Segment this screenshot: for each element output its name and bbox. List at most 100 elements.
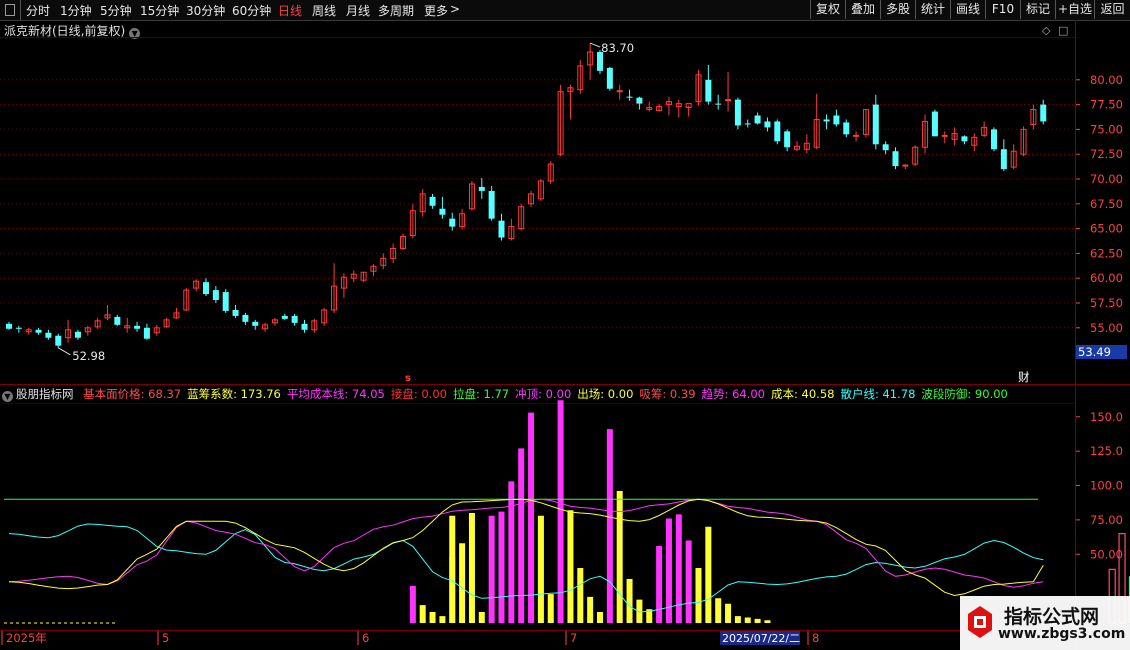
candle-body [45,332,52,338]
indicator-tick-label: 100.0 [1090,479,1123,493]
candle-body [35,329,42,333]
indicator-tick-label: 150.0 [1090,410,1123,424]
bar-chuchang [478,612,485,623]
bar-chongding [685,540,692,623]
date-tick-label: 7 [570,631,577,645]
candle-body [715,103,722,105]
price-tick-label: 65.00 [1090,222,1123,236]
trend-line [8,498,1044,588]
watermark-url: www.zbgs3.com [998,626,1126,642]
low-price-label: 52.98 [72,349,105,363]
candle-body [429,196,436,206]
bar-chuchang [449,515,456,623]
bar-chongding [528,412,535,623]
price-tick-label: 62.50 [1090,246,1123,260]
price-tick-label: 75.00 [1090,122,1123,136]
bar-chuchang [429,612,436,623]
candle-body [15,327,22,329]
bar-chuchang [468,513,475,623]
indicator-tick-label: 75.00 [1090,513,1123,527]
bar-chongding [656,546,663,623]
bar-chuchang [734,616,741,623]
bar-chongding [606,429,613,623]
price-tick-label: 67.50 [1090,197,1123,211]
bar-chuchang [419,605,426,623]
price-tick-label: 80.00 [1090,73,1123,87]
bar-chuchang [754,618,761,623]
bar-chuchang [537,515,544,623]
candle-body [232,309,239,316]
candle-body [291,315,298,323]
candle-body [55,335,62,346]
candle-body [754,115,761,124]
date-tick-label: 5 [162,631,169,645]
candle-body [774,121,781,142]
candle-body [853,134,860,137]
candle-body [636,97,643,104]
candle-body [931,111,938,137]
bar-chuchang [616,491,623,623]
date-tick-label: 6 [362,631,369,645]
price-tick-label: 57.50 [1090,296,1123,310]
candle-body [114,316,121,325]
watermark-title: 指标公式网 [1004,606,1100,628]
date-tick-label: 2025年 [6,631,47,645]
bar-chuchang [695,568,702,623]
candle-body [242,314,249,322]
candle-body [478,186,485,191]
watermark-logo-icon [968,606,992,638]
indicator-tick-label: 50.00 [1090,547,1123,561]
candle-body [784,131,791,148]
bar-chuchang [626,579,633,623]
price-tick-label: 77.50 [1090,98,1123,112]
candle-body [626,96,633,98]
candle-body [143,327,150,339]
bar-chuchang [725,603,732,623]
candle-body [1040,104,1047,122]
bar-chongding [498,511,505,623]
candle-body [902,164,909,167]
bar-chuchang [587,596,594,623]
high-price-label: 83.70 [601,41,634,55]
candle-body [843,122,850,135]
candle-body [281,315,288,319]
price-tick-label: 60.00 [1090,271,1123,285]
candle-body [892,151,899,167]
candle-body [498,220,505,238]
crosshair-date-label: 2025/07/22/二 [722,632,800,645]
candle-body [488,190,495,219]
diamond-icon: ◇ [1042,24,1051,37]
candle-body [439,208,446,215]
candle-body [1000,149,1007,170]
kline-chart[interactable]: ◇ □ 80.00 77.50 75.00 72.50 70.00 67.50 65.00 62.… [0,0,1130,650]
candle-body [134,325,141,329]
candle-body [6,323,12,329]
candle-body [941,134,948,137]
candle-body [961,136,968,142]
indicator-tick-label: 125.0 [1090,444,1123,458]
price-tick-label: 70.00 [1090,172,1123,186]
date-tick-label: 8 [812,631,819,645]
candle-body [823,119,830,122]
bar-chongding [488,515,495,623]
candle-body [203,282,209,295]
candle-body [212,290,219,301]
candle-body [882,144,889,151]
candle-body [606,67,613,89]
bar-chongding [518,448,525,623]
price-tick-label: 55.00 [1090,321,1123,335]
current-price-label: 53.49 [1078,345,1111,359]
bar-chuchang [744,617,751,623]
candle-body [833,115,840,125]
bar-chuchang [567,510,574,623]
bar-chongding [675,514,682,623]
candle-body [744,123,751,125]
finance-marker: 财 [1018,370,1030,384]
bar-chuchang [715,598,722,623]
candle-body [222,292,229,311]
retail-line [8,523,1044,613]
candle-body [734,99,741,126]
low-annotation-line [57,347,71,356]
cost-line [8,498,1044,597]
candle-body [725,99,732,102]
